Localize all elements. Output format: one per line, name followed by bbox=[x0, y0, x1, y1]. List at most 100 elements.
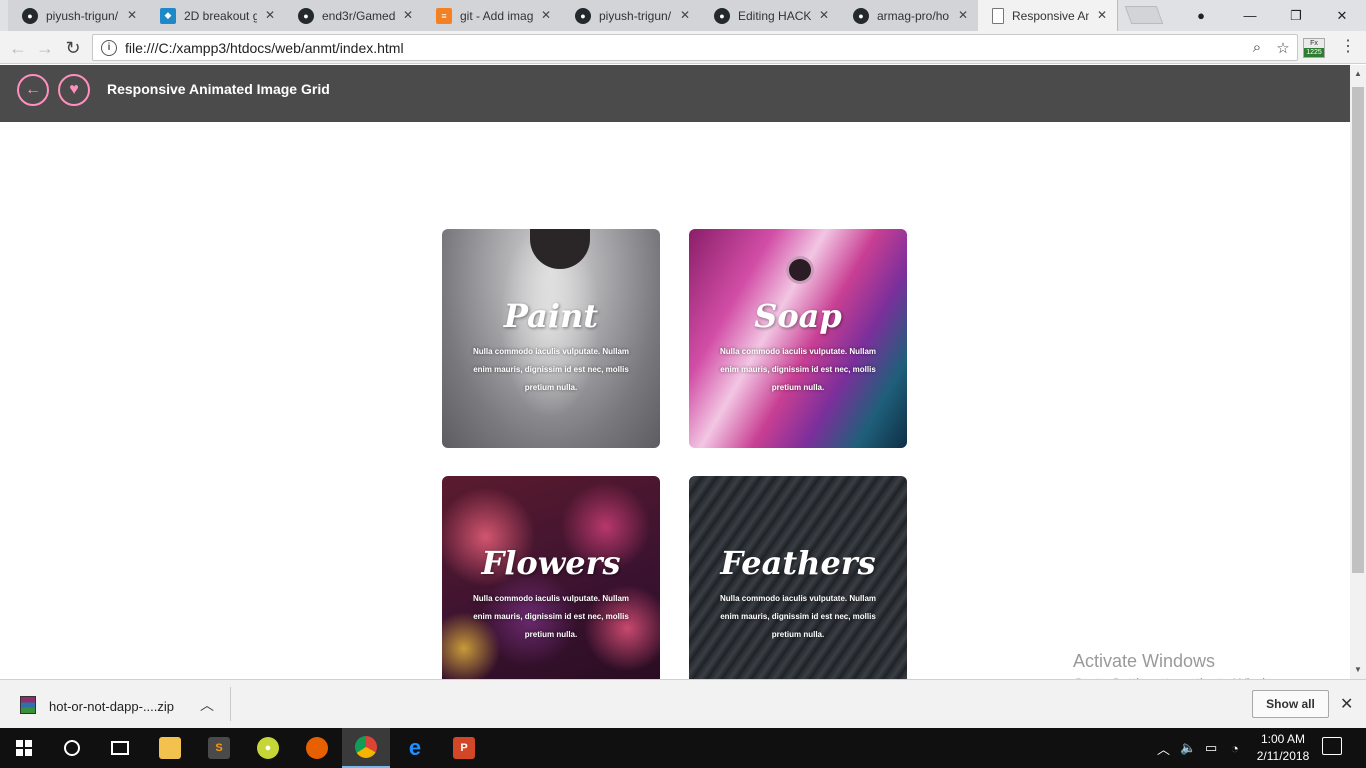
card-title: Soap bbox=[754, 297, 842, 335]
taskbar-powerpoint[interactable]: P bbox=[440, 728, 488, 768]
card-flowers[interactable]: Flowers Nulla commodo iaculis vulputate.… bbox=[442, 476, 660, 679]
mdn-icon: ◆ bbox=[160, 7, 176, 24]
page-icon bbox=[992, 7, 1004, 24]
start-button[interactable] bbox=[0, 728, 48, 768]
zoom-icon[interactable]: ⌕ bbox=[1245, 39, 1269, 56]
tab-armag-pro[interactable]: ● armag-pro/ho ✕ bbox=[839, 0, 979, 31]
wifi-icon[interactable]: ◔ bbox=[1231, 728, 1239, 768]
github-icon: ● bbox=[853, 7, 869, 24]
extension-label: Fx bbox=[1310, 40, 1318, 47]
page-title: Responsive Animated Image Grid bbox=[107, 81, 330, 97]
profile-icon[interactable]: ● bbox=[1178, 0, 1224, 31]
edge-icon: e bbox=[408, 735, 422, 760]
tab-label: armag-pro/ho bbox=[877, 8, 950, 23]
close-icon[interactable]: ✕ bbox=[1097, 8, 1107, 22]
volume-icon[interactable]: 🔈 bbox=[1180, 728, 1196, 768]
taskbar-sublime-text[interactable]: S bbox=[195, 728, 243, 768]
taskbar-edge[interactable]: e bbox=[391, 728, 439, 768]
close-icon[interactable]: ✕ bbox=[403, 8, 413, 22]
github-icon: ● bbox=[714, 7, 730, 24]
cortana-icon bbox=[64, 740, 80, 756]
github-icon: ● bbox=[298, 7, 314, 24]
card-paint[interactable]: Paint Nulla commodo iaculis vulputate. N… bbox=[442, 229, 660, 448]
extension-icon[interactable]: Fx 1225 bbox=[1303, 38, 1325, 58]
clock-time: 1:00 AM bbox=[1260, 732, 1306, 746]
card-description: Nulla commodo iaculis vulputate. Nullam … bbox=[472, 594, 630, 639]
github-icon: ● bbox=[22, 7, 38, 24]
card-title: Paint bbox=[503, 297, 599, 335]
tab-git-add-image[interactable]: ≡ git - Add imag ✕ bbox=[422, 0, 562, 31]
taskbar-file-explorer[interactable] bbox=[146, 728, 194, 768]
tab-label: git - Add imag bbox=[460, 8, 533, 23]
task-view-button[interactable] bbox=[96, 728, 144, 768]
tab-label: piyush-trigun/ bbox=[599, 8, 672, 23]
close-icon[interactable]: ✕ bbox=[1340, 694, 1353, 714]
scroll-down-icon[interactable]: ▼ bbox=[1354, 665, 1362, 674]
taskbar-firefox[interactable] bbox=[293, 728, 341, 768]
new-tab-button[interactable] bbox=[1124, 6, 1164, 24]
app-icon: ● bbox=[257, 737, 279, 759]
info-icon[interactable]: i bbox=[101, 39, 117, 56]
windows-logo-icon bbox=[16, 740, 32, 756]
minimize-button[interactable]: — bbox=[1227, 0, 1273, 31]
chevron-up-icon[interactable]: ︿ bbox=[1157, 728, 1170, 768]
reload-icon[interactable]: ↻ bbox=[61, 36, 85, 60]
close-window-button[interactable]: ✕ bbox=[1319, 0, 1365, 31]
bookmark-star-icon[interactable]: ☆ bbox=[1271, 39, 1295, 57]
card-description: Nulla commodo iaculis vulputate. Nullam … bbox=[472, 347, 630, 392]
close-icon[interactable]: ✕ bbox=[265, 8, 275, 22]
page-scrollbar[interactable]: ▲ ▼ bbox=[1350, 65, 1366, 679]
powerpoint-icon: P bbox=[453, 737, 475, 759]
download-file-name[interactable]: hot-or-not-dapp-....zip bbox=[49, 699, 174, 714]
card-title: Feathers bbox=[720, 544, 876, 582]
restore-button[interactable]: ❐ bbox=[1273, 0, 1319, 31]
close-icon[interactable]: ✕ bbox=[819, 8, 829, 22]
address-bar[interactable]: i file:///C:/xampp3/htdocs/web/anmt/inde… bbox=[92, 34, 1298, 61]
forward-icon[interactable]: → bbox=[33, 36, 57, 60]
tab-2d-breakout[interactable]: ◆ 2D breakout g ✕ bbox=[146, 0, 286, 31]
tab-end3r[interactable]: ● end3r/Gamede ✕ bbox=[284, 0, 424, 31]
stackoverflow-icon: ≡ bbox=[436, 7, 452, 24]
card-feathers[interactable]: Feathers Nulla commodo iaculis vulputate… bbox=[689, 476, 907, 679]
task-view-icon bbox=[111, 741, 129, 755]
tab-label: piyush-trigun/ bbox=[46, 8, 119, 23]
extension-badge: 1225 bbox=[1304, 48, 1324, 57]
close-icon[interactable]: ✕ bbox=[127, 8, 137, 22]
tab-strip: ● piyush-trigun/ ✕ ◆ 2D breakout g ✕ ● e… bbox=[0, 0, 1366, 31]
close-icon[interactable]: ✕ bbox=[680, 8, 690, 22]
windows-taskbar: S ● e P ︿ 🔈 ▭ ◔ 1:00 AM 2/11/2018 bbox=[0, 728, 1366, 768]
tab-label: end3r/Gamede bbox=[322, 8, 395, 23]
heart-icon[interactable]: ♥ bbox=[58, 74, 90, 106]
tab-responsive-animated[interactable]: Responsive An ✕ bbox=[978, 0, 1118, 31]
card-title: Flowers bbox=[481, 544, 621, 582]
back-icon[interactable]: ← bbox=[6, 36, 30, 60]
download-shelf: hot-or-not-dapp-....zip ︿ Show all ✕ bbox=[0, 679, 1366, 728]
close-icon[interactable]: ✕ bbox=[541, 8, 551, 22]
search-cortana-button[interactable] bbox=[48, 728, 96, 768]
back-arrow-icon[interactable]: ← bbox=[17, 74, 49, 106]
sublime-text-icon: S bbox=[208, 737, 230, 759]
battery-icon[interactable]: ▭ bbox=[1205, 728, 1217, 768]
divider bbox=[230, 687, 231, 721]
notification-icon[interactable] bbox=[1322, 737, 1342, 755]
file-explorer-icon bbox=[159, 737, 181, 759]
close-icon[interactable]: ✕ bbox=[958, 8, 968, 22]
scroll-thumb[interactable] bbox=[1352, 87, 1364, 573]
url-text[interactable]: file:///C:/xampp3/htdocs/web/anmt/index.… bbox=[125, 40, 1245, 56]
card-description: Nulla commodo iaculis vulputate. Nullam … bbox=[719, 347, 877, 392]
scroll-up-icon[interactable]: ▲ bbox=[1354, 69, 1362, 78]
tab-editing-hack[interactable]: ● Editing HACK- ✕ bbox=[700, 0, 840, 31]
taskbar-chrome[interactable] bbox=[342, 728, 390, 768]
show-all-button[interactable]: Show all bbox=[1252, 690, 1329, 718]
chrome-icon bbox=[355, 736, 377, 758]
chevron-up-icon[interactable]: ︿ bbox=[200, 695, 214, 715]
tab-piyush-trigun-2[interactable]: ● piyush-trigun/ ✕ bbox=[561, 0, 701, 31]
firefox-icon bbox=[306, 737, 328, 759]
tab-label: Responsive An bbox=[1012, 8, 1089, 23]
clock[interactable]: 1:00 AM 2/11/2018 bbox=[1251, 731, 1315, 765]
card-soap[interactable]: Soap Nulla commodo iaculis vulputate. Nu… bbox=[689, 229, 907, 448]
github-icon: ● bbox=[575, 7, 591, 24]
taskbar-app[interactable]: ● bbox=[244, 728, 292, 768]
tab-piyush-trigun-1[interactable]: ● piyush-trigun/ ✕ bbox=[8, 0, 148, 31]
menu-icon[interactable]: ⋮ bbox=[1338, 39, 1358, 55]
